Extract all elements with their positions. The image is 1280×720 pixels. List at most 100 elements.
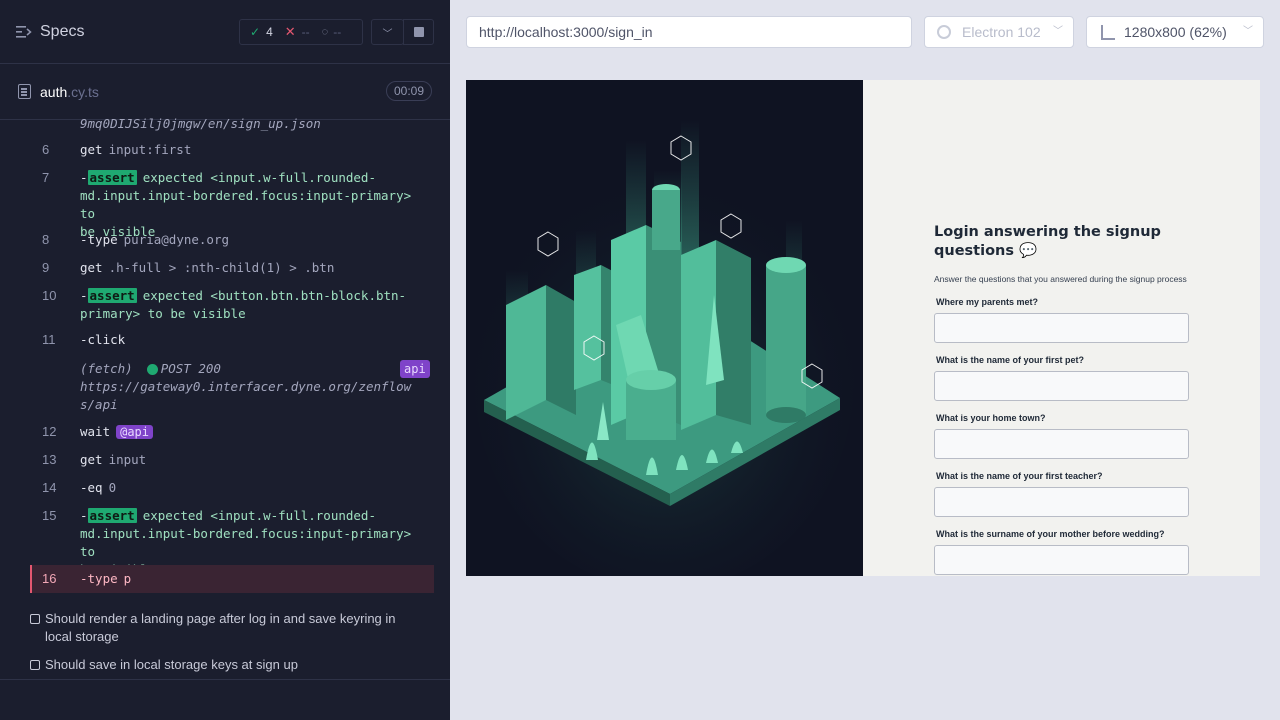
divider (0, 679, 450, 680)
command-prefix: - (80, 288, 88, 303)
command-message: primary> (80, 306, 141, 321)
viewport-size: 1280x800 (1124, 24, 1186, 40)
command-message: visible (192, 306, 246, 321)
command-name: get (80, 452, 103, 467)
viewport-selector[interactable]: 1280x800 (62%) ﹀ (1086, 16, 1264, 48)
url-bar[interactable]: http://localhost:3000/sign_in (466, 16, 912, 48)
command-line[interactable]: 11 -click (30, 331, 434, 349)
command-number: 10 (42, 288, 57, 303)
test-title: Should render a landing page after log i… (45, 611, 396, 644)
passed-count: 4 (266, 25, 273, 39)
test-item[interactable]: Should save in local storage keys at sig… (30, 656, 430, 674)
command-message: md.input.input-bordered.focus:input-prim… (80, 526, 412, 541)
question-label: What is the name of your first teacher? (936, 471, 1103, 481)
stop-button[interactable] (403, 19, 434, 45)
stop-icon (413, 27, 424, 37)
specs-list-icon[interactable] (16, 25, 32, 39)
command-number: 15 (42, 508, 57, 523)
command-number: 7 (42, 170, 50, 185)
command-prefix: - (80, 170, 88, 185)
chevron-down-icon: ﹀ (382, 28, 393, 40)
alias-badge: @api (116, 425, 154, 439)
chevron-down-icon: ﹀ (1053, 26, 1063, 37)
question-label: Where my parents met? (936, 297, 1039, 307)
command-line[interactable]: 13 get input (30, 451, 434, 469)
command-line[interactable]: 15 - assert expected <input.w-full.rounded… (30, 507, 434, 577)
specs-title[interactable]: Specs (40, 23, 84, 41)
command-line[interactable]: 8 -type puria@dyne.org (30, 231, 434, 249)
command-line[interactable]: 12 wait @api (30, 423, 434, 441)
pending-stat: ◌ -- (310, 25, 342, 39)
browser-selector[interactable]: Electron 102 ﹀ (924, 16, 1074, 48)
ruler-icon (1101, 25, 1115, 40)
request-status: POST 200 (160, 361, 221, 376)
test-status-icon (30, 660, 40, 670)
browser-icon (937, 25, 951, 39)
command-number: 6 (42, 142, 50, 157)
form-title: Login answering the signup questions 💬 (934, 224, 1161, 259)
command-name: -eq (80, 480, 103, 495)
status-dot-icon (146, 364, 158, 375)
command-message: to (80, 544, 96, 559)
command-line[interactable]: 9 get .h-full > :nth-child(1) > .btn (30, 259, 434, 277)
command-message: expected <input.w-full.rounded- (142, 508, 376, 523)
assert-badge: assert (87, 288, 137, 303)
command-arg: 9mq0DIJSilj0jmgw/en/sign_up.json (80, 116, 321, 131)
assert-badge: assert (87, 508, 137, 523)
answer-input[interactable] (934, 429, 1189, 459)
answer-input[interactable] (934, 371, 1189, 401)
command-line[interactable]: 7 - assert expected <input.w-full.rounded-… (30, 169, 434, 239)
x-icon: ✕ (284, 24, 296, 39)
question-label: What is the name of your first pet? (936, 355, 1085, 365)
app-under-test: Login answering the signup questions 💬 A… (466, 80, 1260, 576)
check-icon: ✓ (250, 25, 261, 39)
passed-stat: ✓ 4 (240, 25, 273, 39)
command-name: -type (80, 571, 118, 586)
command-number: 12 (42, 424, 57, 439)
failed-stat: ✕ -- (273, 24, 310, 40)
request-url: s/api (80, 397, 118, 412)
fetch-request-line[interactable]: (fetch) POST 200 https://gateway0.interfac… (30, 360, 434, 414)
reporter-header: Specs ✓ 4 ✕ -- ◌ -- ﹀ (0, 0, 450, 64)
options-dropdown-button[interactable]: ﹀ (371, 19, 404, 45)
answer-input[interactable] (934, 545, 1189, 575)
command-name: get (80, 260, 103, 275)
command-log: 9mq0DIJSilj0jmgw/en/sign_up.json 6 get in… (30, 116, 434, 594)
command-arg: input (108, 452, 147, 467)
command-arg: .h-full > :nth-child(1) > .btn (108, 260, 335, 275)
request-url: https://gateway0.interfacer.dyne.org/zen… (80, 379, 412, 394)
command-name: wait (80, 424, 111, 439)
command-arg: input:first (108, 142, 192, 157)
city-illustration (466, 80, 863, 576)
pending-count: -- (333, 25, 342, 39)
command-prefix: - (80, 508, 88, 523)
document-icon (18, 84, 31, 99)
command-line[interactable]: 14 -eq 0 (30, 479, 434, 497)
command-line[interactable]: 10 - assert expected <button.btn.btn-block… (30, 287, 434, 323)
test-title: Should save in local storage keys at sig… (45, 657, 298, 672)
duration-badge: 00:09 (386, 81, 432, 101)
question-field: What is your home town? (934, 413, 1190, 459)
spec-file-name[interactable]: auth.cy.ts (40, 84, 99, 100)
test-status-icon (30, 614, 40, 624)
question-label: What is your home town? (936, 413, 1046, 423)
command-number: 16 (42, 571, 57, 586)
command-line[interactable]: 6 get input:first (30, 141, 434, 159)
viewport-scale: (62%) (1189, 24, 1227, 40)
command-number: 14 (42, 480, 57, 495)
command-number: 9 (42, 260, 50, 275)
command-line-active[interactable]: 16 -type p (30, 565, 434, 593)
answer-input[interactable] (934, 313, 1189, 343)
command-message: to be (147, 306, 186, 321)
test-stats: ✓ 4 ✕ -- ◌ -- (239, 19, 363, 45)
question-field: Where my parents met? (934, 297, 1190, 343)
browser-name: Electron 102 (962, 24, 1041, 40)
command-arg: 0 (108, 480, 117, 495)
test-item[interactable]: Should render a landing page after log i… (30, 610, 430, 646)
file-extension: .cy.ts (67, 84, 99, 100)
reporter-panel: Specs ✓ 4 ✕ -- ◌ -- ﹀ auth.cy.ts 00:09 9mq0… (0, 0, 450, 720)
answer-input[interactable] (934, 487, 1189, 517)
city-illustration-graphic (466, 80, 863, 576)
file-basename: auth (40, 84, 68, 100)
command-number: 8 (42, 232, 50, 247)
